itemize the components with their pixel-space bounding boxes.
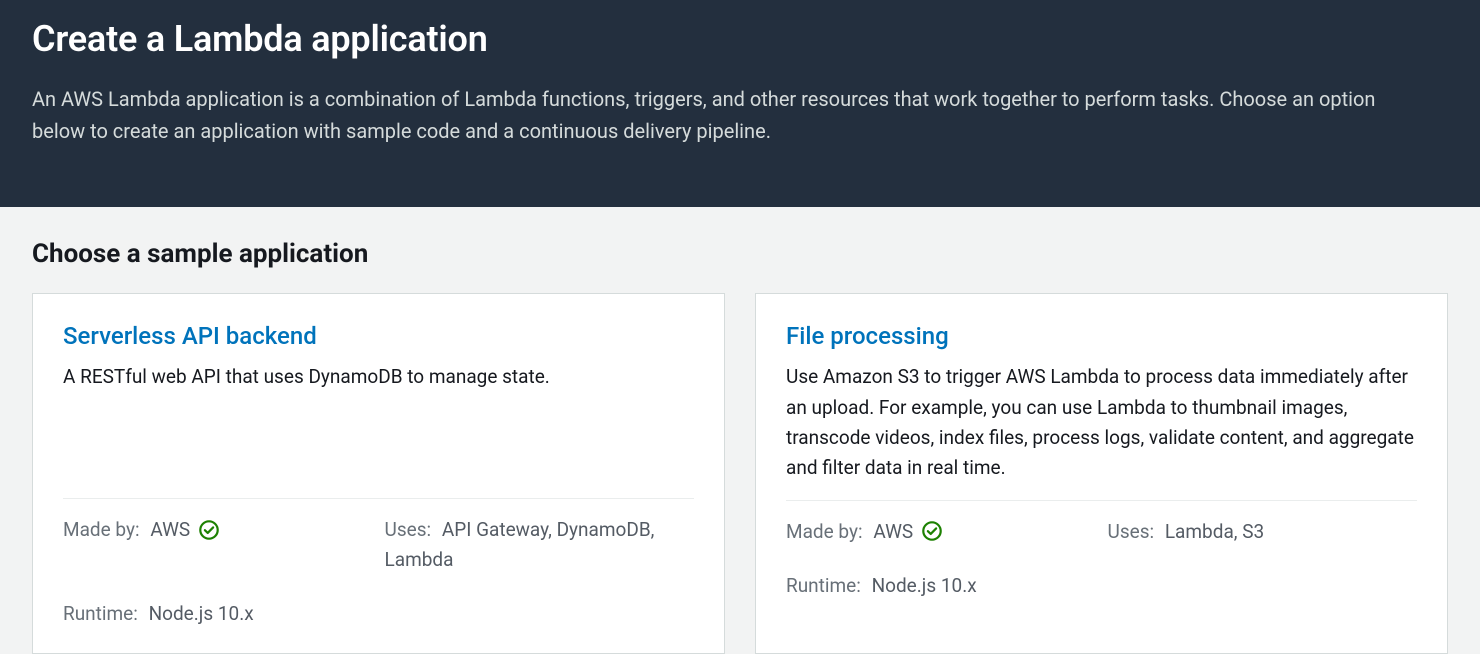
uses-value: Lambda, S3 <box>1165 520 1264 543</box>
made-by-value-wrap: AWS <box>873 517 943 546</box>
page-header: Create a Lambda application An AWS Lambd… <box>0 0 1480 207</box>
made-by-value-wrap: AWS <box>150 515 220 544</box>
card-file-processing[interactable]: File processing Use Amazon S3 to trigger… <box>755 293 1448 654</box>
uses-field: Uses: API Gateway, DynamoDB, Lambda <box>385 515 695 574</box>
made-by-label: Made by: <box>786 520 863 543</box>
divider <box>786 500 1417 501</box>
sample-application-cards: Serverless API backend A RESTful web API… <box>32 293 1448 654</box>
divider <box>63 498 694 499</box>
made-by-value: AWS <box>873 517 913 546</box>
card-serverless-api-backend[interactable]: Serverless API backend A RESTful web API… <box>32 293 725 654</box>
runtime-field: Runtime: Node.js 10.x <box>63 602 694 625</box>
runtime-value: Node.js 10.x <box>149 602 254 625</box>
card-description: A RESTful web API that uses DynamoDB to … <box>63 362 694 482</box>
card-title: Serverless API backend <box>63 322 694 350</box>
made-by-label: Made by: <box>63 518 140 541</box>
runtime-label: Runtime: <box>63 602 138 625</box>
page-title: Create a Lambda application <box>32 18 1448 61</box>
made-by-field: Made by: AWS <box>786 517 1096 546</box>
made-by-field: Made by: AWS <box>63 515 373 574</box>
runtime-label: Runtime: <box>786 574 861 597</box>
uses-label: Uses: <box>385 518 432 541</box>
runtime-value: Node.js 10.x <box>872 574 977 597</box>
uses-label: Uses: <box>1108 520 1155 543</box>
content-area: Choose a sample application Serverless A… <box>0 207 1480 654</box>
verified-icon <box>921 520 943 542</box>
card-meta-row: Made by: AWS Uses: Lambda, S3 <box>786 517 1417 546</box>
page-description: An AWS Lambda application is a combinati… <box>32 83 1432 147</box>
card-description: Use Amazon S3 to trigger AWS Lambda to p… <box>786 362 1417 484</box>
uses-field: Uses: Lambda, S3 <box>1108 517 1418 546</box>
card-title: File processing <box>786 322 1417 350</box>
verified-icon <box>198 519 220 541</box>
runtime-field: Runtime: Node.js 10.x <box>786 574 1417 597</box>
made-by-value: AWS <box>150 515 190 544</box>
section-title: Choose a sample application <box>32 239 1448 269</box>
card-meta-row: Made by: AWS Uses: API Gateway, Dynamo <box>63 515 694 574</box>
